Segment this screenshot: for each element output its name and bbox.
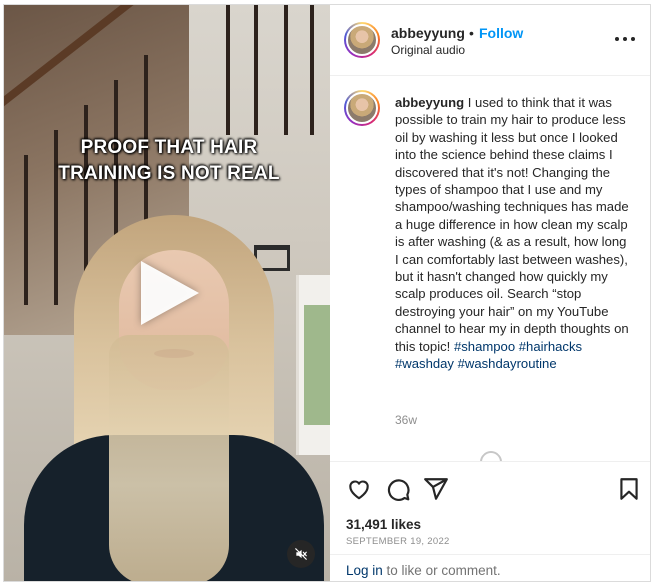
header-username[interactable]: abbeyyung bbox=[391, 25, 465, 41]
login-prompt: Log in to like or comment. bbox=[330, 554, 650, 581]
video-player[interactable]: PROOF THAT HAIR TRAINING IS NOT REAL bbox=[4, 5, 330, 581]
post-date[interactable]: SEPTEMBER 19, 2022 bbox=[346, 536, 450, 547]
caption-body: I used to think that it was possible to … bbox=[395, 95, 629, 354]
video-baluster bbox=[310, 5, 314, 135]
video-baluster bbox=[284, 5, 288, 135]
caption-username[interactable]: abbeyyung bbox=[395, 95, 464, 110]
avatar-image bbox=[346, 92, 378, 124]
heart-icon[interactable] bbox=[346, 476, 372, 502]
hashtag-link[interactable]: #shampoo bbox=[454, 339, 515, 354]
header-separator: • bbox=[469, 25, 474, 41]
muted-speaker-icon bbox=[295, 548, 307, 560]
post-details-panel: abbeyyung • Follow Original audio abbeyy… bbox=[330, 5, 650, 581]
mute-button[interactable] bbox=[287, 540, 315, 568]
hashtag-link[interactable]: #washday bbox=[395, 356, 454, 371]
comments-section[interactable]: abbeyyung I used to think that it was po… bbox=[330, 76, 650, 461]
share-icon[interactable] bbox=[423, 476, 449, 502]
follow-button[interactable]: Follow bbox=[479, 25, 523, 41]
post-actions: 31,491 likes SEPTEMBER 19, 2022 bbox=[330, 461, 650, 557]
login-link[interactable]: Log in bbox=[346, 563, 383, 578]
bookmark-icon[interactable] bbox=[616, 476, 642, 502]
avatar[interactable] bbox=[344, 22, 380, 58]
audio-link[interactable]: Original audio bbox=[391, 43, 465, 57]
comment-icon[interactable] bbox=[385, 476, 411, 502]
more-options-icon bbox=[615, 37, 619, 41]
loading-spinner-icon bbox=[475, 446, 507, 461]
video-window bbox=[304, 305, 330, 425]
avatar[interactable] bbox=[344, 90, 380, 126]
video-baluster bbox=[226, 5, 230, 135]
post-header: abbeyyung • Follow Original audio bbox=[330, 5, 650, 76]
play-icon[interactable] bbox=[141, 261, 199, 325]
post-dialog: PROOF THAT HAIR TRAINING IS NOT REAL abb… bbox=[3, 4, 651, 582]
caption-timestamp[interactable]: 36w bbox=[395, 413, 417, 427]
video-text-overlay: PROOF THAT HAIR TRAINING IS NOT REAL bbox=[24, 135, 314, 187]
more-options-icon bbox=[623, 37, 627, 41]
hashtag-link[interactable]: #hairhacks bbox=[519, 339, 582, 354]
video-caption-line-2: TRAINING IS NOT REAL bbox=[58, 163, 280, 184]
video-caption-line-1: PROOF THAT HAIR bbox=[80, 137, 258, 158]
post-caption: abbeyyung I used to think that it was po… bbox=[395, 94, 631, 373]
likes-count[interactable]: 31,491 likes bbox=[346, 517, 421, 532]
video-baluster bbox=[254, 5, 258, 135]
more-options-button[interactable] bbox=[615, 35, 635, 43]
login-prompt-text: to like or comment. bbox=[382, 563, 501, 578]
more-options-icon bbox=[631, 37, 635, 41]
hashtag-link[interactable]: #washdayroutine bbox=[458, 356, 557, 371]
video-person-hair-front bbox=[109, 335, 229, 581]
avatar-image bbox=[346, 24, 378, 56]
